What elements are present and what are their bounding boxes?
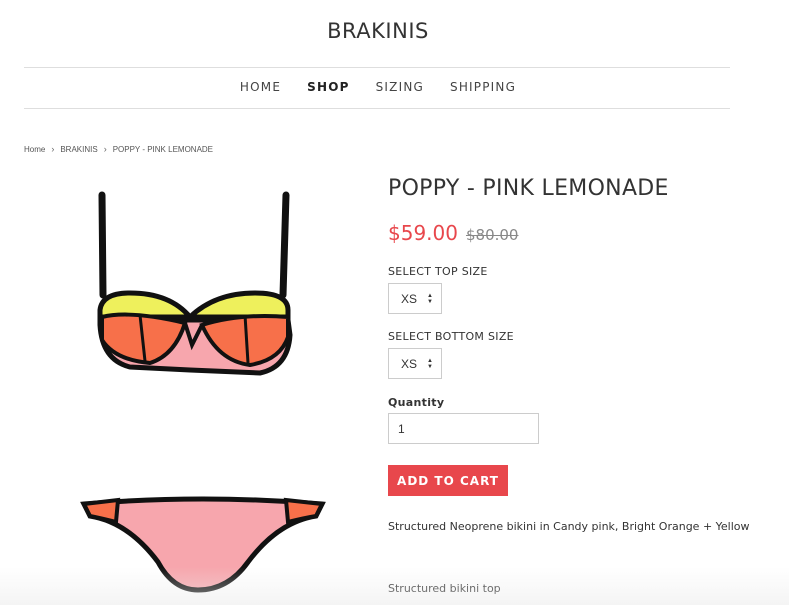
nav-item-shop[interactable]: SHOP — [294, 80, 362, 94]
header-divider-top — [24, 67, 730, 68]
bottom-size-label: SELECT BOTTOM SIZE — [388, 330, 514, 343]
top-size-value: XS — [401, 291, 418, 306]
breadcrumb-collection[interactable]: BRAKINIS — [60, 145, 97, 154]
top-size-select[interactable]: XS ▲ ▼ — [388, 283, 442, 314]
site-title[interactable]: BRAKINIS — [0, 19, 756, 43]
breadcrumb-separator: › — [103, 144, 107, 154]
quantity-value: 1 — [398, 421, 405, 436]
nav-item-sizing[interactable]: SIZING — [363, 80, 437, 94]
select-arrows-icon: ▲ ▼ — [427, 293, 433, 305]
bottom-size-select[interactable]: XS ▲ ▼ — [388, 348, 442, 379]
product-detail: Structured bikini top — [388, 582, 501, 595]
top-size-label: SELECT TOP SIZE — [388, 265, 488, 278]
quantity-input[interactable]: 1 — [388, 413, 539, 444]
sale-price: $59.00 — [388, 221, 458, 245]
header-divider-bottom — [24, 108, 730, 109]
breadcrumb: Home › BRAKINIS › POPPY - PINK LEMONADE — [24, 144, 213, 154]
breadcrumb-home[interactable]: Home — [24, 145, 45, 154]
bottom-size-value: XS — [401, 356, 418, 371]
product-image-top[interactable] — [90, 185, 300, 380]
breadcrumb-current: POPPY - PINK LEMONADE — [112, 144, 214, 154]
product-title: POPPY - PINK LEMONADE — [388, 176, 669, 201]
select-arrows-icon: ▲ ▼ — [427, 358, 433, 370]
nav-item-home[interactable]: HOME — [227, 80, 294, 94]
breadcrumb-separator: › — [51, 144, 55, 154]
nav-item-shipping[interactable]: SHIPPING — [437, 80, 529, 94]
add-to-cart-button[interactable]: ADD TO CART — [388, 465, 508, 496]
product-image-bottom[interactable] — [78, 492, 328, 605]
main-nav: HOME SHOP SIZING SHIPPING — [0, 80, 756, 94]
compare-price: $80.00 — [465, 226, 519, 244]
price-row: $59.00 $80.00 — [388, 221, 518, 245]
product-description: Structured Neoprene bikini in Candy pink… — [388, 520, 750, 533]
quantity-label: Quantity — [388, 396, 445, 409]
